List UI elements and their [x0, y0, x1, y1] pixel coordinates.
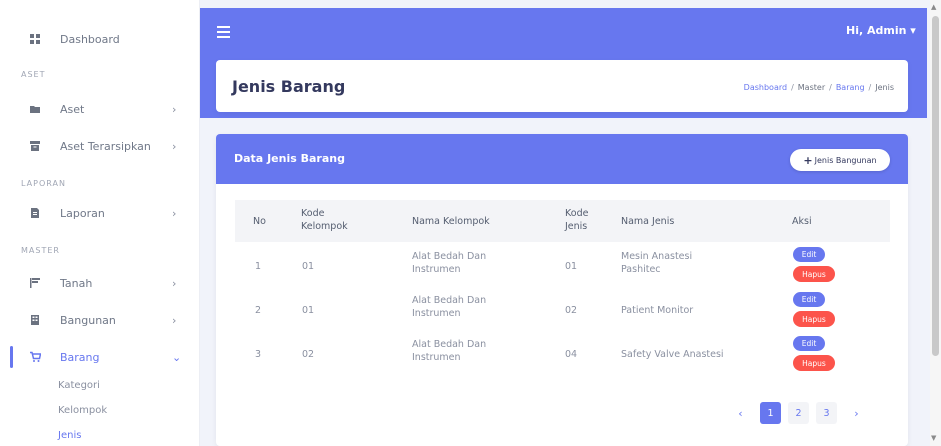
cell-nama-kelompok: Alat Bedah Dan Instrumen — [412, 339, 486, 365]
header-line: Kelompok — [301, 220, 348, 232]
data-card: Data Jenis Barang + Jenis Bangunan No Ko… — [216, 134, 908, 446]
cell-line: Mesin Anastesi — [621, 251, 693, 262]
sidebar-item-tanah[interactable]: Tanah › — [0, 268, 200, 298]
edit-button[interactable]: Edit — [793, 336, 825, 351]
sidebar-section-laporan: LAPORAN — [21, 179, 66, 188]
delete-button[interactable]: Hapus — [793, 311, 835, 327]
sidebar: Dashboard ASET Aset › Aset Terarsipkan ›… — [0, 0, 200, 446]
edit-button[interactable]: Edit — [793, 247, 825, 262]
building-icon — [31, 315, 39, 325]
cell-kode-kelompok: 01 — [302, 305, 315, 316]
delete-button[interactable]: Hapus — [793, 355, 835, 371]
sidebar-section-aset: ASET — [21, 70, 46, 79]
sidebar-item-bangunan[interactable]: Bangunan › — [0, 305, 200, 335]
sidebar-item-label: Barang — [60, 350, 100, 364]
header-line: Kode — [565, 208, 589, 219]
cell-kode-jenis: 01 — [565, 261, 578, 272]
cell-line: Alat Bedah Dan — [412, 295, 487, 306]
breadcrumb-current: Jenis — [875, 83, 894, 92]
delete-button[interactable]: Hapus — [793, 266, 835, 282]
sidebar-subitem-kelompok[interactable]: Kelompok — [58, 405, 107, 416]
sidebar-item-label: Bangunan — [60, 313, 116, 327]
hamburger-icon[interactable] — [217, 26, 230, 38]
cell-nama-jenis: Safety Valve Anastesi — [621, 349, 724, 360]
page-title: Jenis Barang — [232, 77, 346, 96]
sidebar-item-barang[interactable]: Barang ⌄ — [0, 342, 200, 372]
scrollbar-thumb[interactable] — [932, 16, 939, 356]
column-header-nama-jenis: Nama Jenis — [621, 216, 675, 227]
cell-nama-jenis: Patient Monitor — [621, 305, 694, 316]
cell-kode-kelompok: 01 — [302, 261, 315, 272]
cell-line: Instrumen — [412, 307, 461, 319]
card-header: Data Jenis Barang + Jenis Bangunan — [216, 134, 908, 184]
add-jenis-button[interactable]: + Jenis Bangunan — [790, 149, 890, 171]
sidebar-item-aset[interactable]: Aset › — [0, 94, 200, 124]
column-header-no: No — [253, 216, 266, 227]
page-button-3[interactable]: 3 — [816, 402, 837, 424]
plus-icon: + — [803, 153, 813, 167]
column-header-aksi: Aksi — [792, 216, 812, 227]
sidebar-item-dashboard[interactable]: Dashboard — [0, 24, 200, 54]
cart-icon — [30, 351, 41, 362]
column-header-kode-jenis: Kode Jenis — [565, 208, 588, 234]
breadcrumb-master: Master — [797, 83, 826, 92]
breadcrumb: Dashboard / Master / Barang / Jenis — [744, 83, 894, 92]
cell-line: Alat Bedah Dan — [412, 251, 487, 262]
sidebar-subitem-kategori[interactable]: Kategori — [58, 380, 100, 391]
cell-kode-jenis: 02 — [565, 305, 578, 316]
sidebar-section-master: MASTER — [21, 246, 60, 255]
sidebar-item-label: Tanah — [60, 276, 93, 290]
grid-icon — [30, 34, 40, 44]
page-header: Jenis Barang Dashboard / Master / Barang / Jen… — [216, 60, 908, 112]
card-title: Data Jenis Barang — [234, 152, 345, 165]
column-header-kode-kelompok: Kode Kelompok — [301, 208, 348, 234]
breadcrumb-barang[interactable]: Barang — [836, 83, 865, 92]
header-line: Kode — [301, 208, 325, 219]
sidebar-item-label: Aset Terarsipkan — [60, 139, 151, 153]
chevron-right-icon: › — [172, 313, 177, 327]
sidebar-item-label: Aset — [60, 102, 85, 116]
sidebar-item-label: Laporan — [60, 206, 105, 220]
sidebar-item-laporan[interactable]: Laporan › — [0, 198, 200, 228]
breadcrumb-separator: / — [829, 83, 832, 92]
cell-line: Pashitec — [621, 263, 661, 275]
cell-kode-kelompok: 02 — [302, 349, 315, 360]
cell-nama-kelompok: Alat Bedah Dan Instrumen — [412, 295, 486, 321]
cell-no: 3 — [255, 349, 262, 360]
next-page-button[interactable]: › — [846, 402, 867, 424]
cell-line: Alat Bedah Dan — [412, 339, 487, 350]
sidebar-item-aset-terarsipkan[interactable]: Aset Terarsipkan › — [0, 131, 200, 161]
scroll-up-icon[interactable]: ▲ — [931, 3, 936, 11]
chevron-right-icon: › — [172, 102, 177, 116]
cell-line: Instrumen — [412, 263, 461, 275]
prev-page-button[interactable]: ‹ — [730, 402, 751, 424]
edit-button[interactable]: Edit — [793, 292, 825, 307]
cell-kode-jenis: 04 — [565, 349, 578, 360]
file-icon — [31, 208, 39, 218]
flag-icon — [30, 278, 40, 288]
folder-icon — [30, 106, 40, 113]
user-menu[interactable]: Hi, Admin ▾ — [846, 24, 916, 37]
scroll-down-icon[interactable]: ▼ — [931, 434, 936, 442]
column-header-nama-kelompok: Nama Kelompok — [412, 216, 490, 227]
cell-nama-kelompok: Alat Bedah Dan Instrumen — [412, 251, 486, 277]
breadcrumb-separator: / — [791, 83, 794, 92]
cell-no: 2 — [255, 305, 262, 316]
header-line: Jenis — [565, 220, 588, 232]
page-button-1[interactable]: 1 — [760, 402, 781, 424]
chevron-right-icon: › — [172, 206, 177, 220]
page-button-2[interactable]: 2 — [788, 402, 809, 424]
chevron-down-icon: ⌄ — [172, 350, 182, 364]
cell-nama-jenis: Mesin Anastesi Pashitec — [621, 251, 692, 277]
add-button-label: Jenis Bangunan — [814, 155, 877, 165]
archive-icon — [30, 141, 40, 151]
sidebar-item-label: Dashboard — [60, 32, 120, 46]
breadcrumb-separator: / — [868, 83, 872, 92]
chevron-right-icon: › — [172, 276, 177, 290]
chevron-right-icon: › — [172, 139, 177, 153]
sidebar-subitem-jenis[interactable]: Jenis — [58, 430, 81, 441]
cell-no: 1 — [255, 261, 262, 272]
cell-line: Instrumen — [412, 351, 461, 363]
breadcrumb-dashboard[interactable]: Dashboard — [744, 83, 787, 92]
